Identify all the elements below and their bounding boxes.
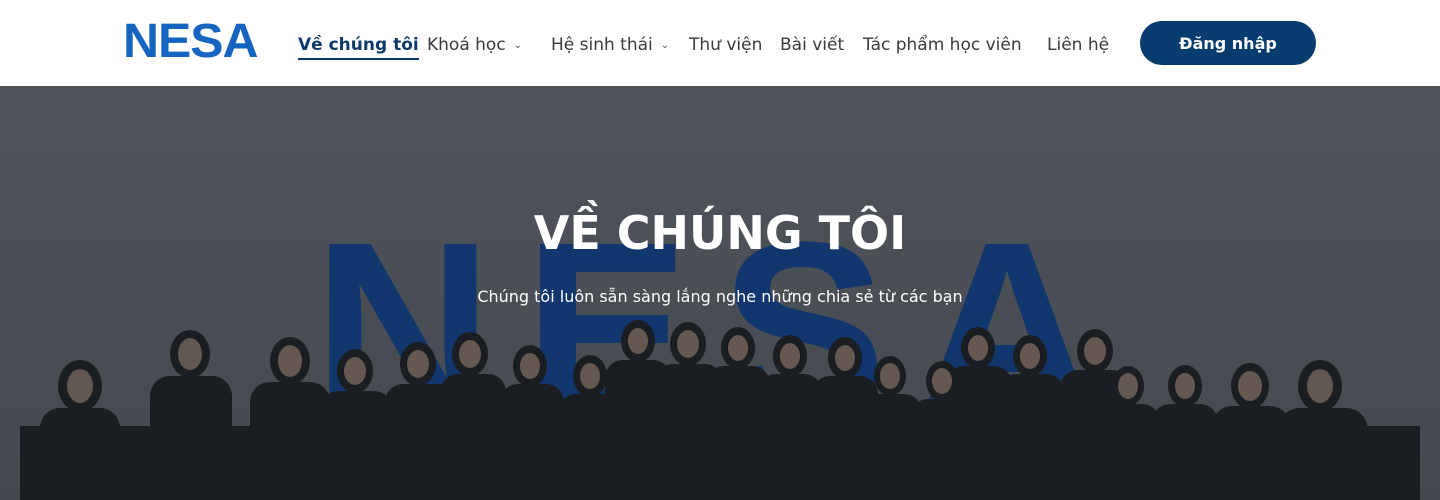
nav-item-label: Tác phẩm học viên: [863, 35, 1022, 55]
nav-item-library[interactable]: Thư viện: [689, 34, 762, 58]
nav-item-about[interactable]: Về chúng tôi: [298, 34, 419, 60]
nav-item-courses[interactable]: Khoá học ⌄: [427, 34, 522, 58]
hero-banner: NESA VỀ CHÚNG TÔI Chúng tôi luôn sẵn sàn…: [0, 86, 1440, 500]
nav-item-label: Về chúng tôi: [298, 35, 419, 55]
chevron-down-icon: ⌄: [513, 40, 523, 51]
nav-item-label: Thư viện: [689, 35, 763, 55]
hero-title: VỀ CHÚNG TÔI: [533, 206, 907, 260]
nav-item-articles[interactable]: Bài viết: [780, 34, 844, 58]
login-button[interactable]: Đăng nhập: [1140, 21, 1316, 65]
hero-subtitle: Chúng tôi luôn sẵn sàng lắng nghe những …: [477, 287, 963, 306]
nav-item-label: Liên hệ: [1047, 35, 1110, 55]
nav-item-label: Bài viết: [780, 35, 845, 55]
chevron-down-icon: ⌄: [660, 40, 670, 51]
nav-item-label: Khoá học: [427, 35, 506, 55]
nav-item-label: Hệ sinh thái: [551, 35, 653, 55]
nav-item-contact[interactable]: Liên hệ: [1047, 34, 1109, 58]
nav-item-student-works[interactable]: Tác phẩm học viên: [863, 34, 1022, 58]
active-underline: [298, 58, 419, 60]
nav-item-ecosystem[interactable]: Hệ sinh thái ⌄: [551, 34, 669, 58]
site-header: NESA Về chúng tôi Khoá học ⌄ Hệ sinh thái…: [0, 0, 1440, 86]
